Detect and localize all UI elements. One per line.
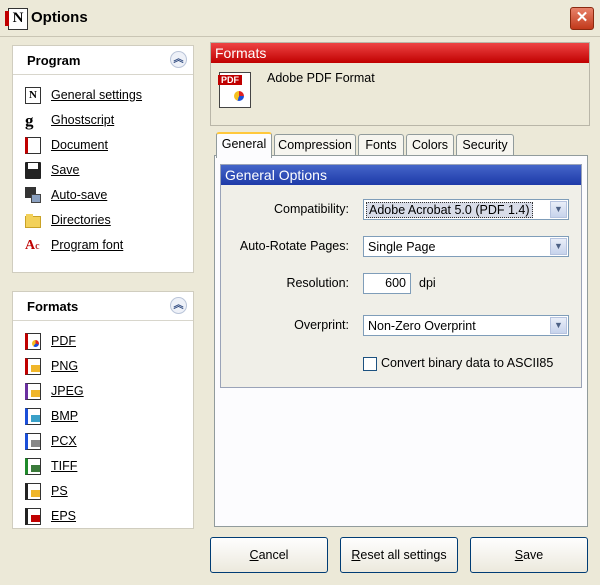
auto-save-icon	[25, 187, 41, 204]
program-item-label: Auto-save	[51, 188, 108, 202]
collapse-program-icon[interactable]: ︽	[170, 51, 187, 68]
general-options-title: General Options	[221, 165, 581, 185]
format-item-tiff[interactable]: TIFF	[13, 454, 193, 479]
auto-rotate-select[interactable]: Single Page ▼	[363, 236, 569, 257]
program-item-label: Directories	[51, 213, 111, 227]
program-item-label: Ghostscript	[51, 113, 115, 127]
document-icon	[25, 137, 41, 154]
button-bar: Cancel Reset all settings Save	[210, 537, 590, 575]
format-item-label: JPEG	[51, 384, 84, 398]
auto-rotate-label: Auto-Rotate Pages:	[239, 239, 349, 253]
format-item-bmp[interactable]: BMP	[13, 404, 193, 429]
auto-rotate-value: Single Page	[368, 240, 436, 254]
tab-general[interactable]: General	[216, 132, 272, 158]
pcx-file-icon	[25, 433, 41, 450]
cancel-button[interactable]: Cancel	[210, 537, 328, 573]
app-icon: N	[5, 8, 28, 30]
program-item-ghostscript[interactable]: g Ghostscript	[13, 108, 193, 133]
tab-fonts[interactable]: Fonts	[358, 134, 404, 155]
png-file-icon	[25, 358, 41, 375]
font-icon: Ac	[25, 238, 40, 253]
folder-icon	[25, 212, 41, 229]
formats-header-title: Formats	[211, 43, 589, 63]
program-item-label: Program font	[51, 238, 124, 252]
pdf-format-tag: PDF	[218, 75, 242, 85]
cancel-mnemonic: C	[249, 548, 259, 562]
tab-compression[interactable]: Compression	[274, 134, 356, 155]
compatibility-value: Adobe Acrobat 5.0 (PDF 1.4)	[366, 202, 533, 218]
format-item-ps[interactable]: PS	[13, 479, 193, 504]
formats-nav-panel: Formats ︽ PDF PNG JPEG BMP PCX TIFF PS E…	[12, 291, 194, 529]
resolution-label: Resolution:	[286, 276, 349, 290]
program-item-program-font[interactable]: Ac Program font	[13, 233, 193, 258]
chevron-down-icon[interactable]: ▼	[550, 238, 567, 255]
overprint-label: Overprint:	[294, 318, 349, 332]
program-item-auto-save[interactable]: Auto-save	[13, 183, 193, 208]
jpeg-file-icon	[25, 383, 41, 400]
eps-file-icon	[25, 508, 41, 525]
program-panel-header: Program ︽	[13, 46, 193, 75]
bmp-file-icon	[25, 408, 41, 425]
left-navigation: Program ︽ N General settings g Ghostscri…	[12, 45, 194, 531]
save-button[interactable]: Save	[470, 537, 588, 573]
format-item-pdf[interactable]: PDF	[13, 329, 193, 354]
resolution-unit: dpi	[419, 276, 436, 290]
collapse-formats-icon[interactable]: ︽	[170, 297, 187, 314]
chevron-down-icon[interactable]: ▼	[550, 201, 567, 218]
reset-all-settings-button[interactable]: Reset all settings	[340, 537, 458, 573]
formats-nav-header: Formats ︽	[13, 292, 193, 321]
format-item-label: EPS	[51, 509, 77, 523]
pdf-format-icon: PDF	[218, 72, 251, 108]
program-item-directories[interactable]: Directories	[13, 208, 193, 233]
ps-file-icon	[25, 483, 41, 500]
pdf-file-icon	[25, 333, 41, 350]
general-tab-panel: General Options Compatibility: Adobe Acr…	[214, 155, 588, 527]
overprint-select[interactable]: Non-Zero Overprint ▼	[363, 315, 569, 336]
format-item-label: PNG	[51, 359, 79, 373]
program-item-save[interactable]: Save	[13, 158, 193, 183]
program-item-label: General settings	[51, 88, 143, 102]
ghostscript-icon: g	[25, 111, 34, 130]
compatibility-select[interactable]: Adobe Acrobat 5.0 (PDF 1.4) ▼	[363, 199, 569, 220]
pdf-format-graphic	[234, 91, 244, 101]
tiff-file-icon	[25, 458, 41, 475]
program-item-label: Document	[51, 138, 108, 152]
document-n-icon: N	[25, 87, 41, 104]
window-title: Options	[31, 9, 88, 26]
title-bar: N Options ✕	[0, 0, 600, 37]
format-item-label: PDF	[51, 334, 76, 348]
format-item-label: PS	[51, 484, 68, 498]
format-item-label: BMP	[51, 409, 79, 423]
cancel-label-rest: ancel	[258, 548, 289, 562]
reset-label-rest: eset all settings	[360, 548, 447, 562]
program-panel: Program ︽ N General settings g Ghostscri…	[12, 45, 194, 273]
program-item-label: Save	[51, 163, 80, 177]
format-item-label: PCX	[51, 434, 77, 448]
close-button[interactable]: ✕	[570, 7, 594, 30]
ascii85-checkbox[interactable]	[363, 357, 377, 371]
format-name: Adobe PDF Format	[267, 71, 375, 85]
tab-colors[interactable]: Colors	[406, 134, 454, 155]
formats-nav-title: Formats	[27, 299, 79, 314]
format-item-label: TIFF	[51, 459, 78, 473]
formats-header-box: Formats PDF Adobe PDF Format	[210, 42, 590, 126]
program-item-general-settings[interactable]: N General settings	[13, 83, 193, 108]
format-item-pcx[interactable]: PCX	[13, 429, 193, 454]
compatibility-label: Compatibility:	[273, 202, 349, 216]
save-label-rest: ave	[523, 548, 544, 562]
save-mnemonic: S	[514, 548, 524, 562]
program-panel-title: Program	[27, 53, 81, 68]
format-item-png[interactable]: PNG	[13, 354, 193, 379]
format-item-eps[interactable]: EPS	[13, 504, 193, 529]
resolution-input[interactable]: 600	[363, 273, 411, 294]
chevron-down-icon[interactable]: ▼	[550, 317, 567, 334]
ascii85-label: Convert binary data to ASCII85	[381, 356, 554, 370]
program-item-document[interactable]: Document	[13, 133, 193, 158]
overprint-value: Non-Zero Overprint	[368, 319, 476, 333]
tab-security[interactable]: Security	[456, 134, 514, 155]
general-options-box: General Options Compatibility: Adobe Acr…	[220, 164, 582, 388]
floppy-disk-icon	[25, 162, 41, 179]
format-item-jpeg[interactable]: JPEG	[13, 379, 193, 404]
